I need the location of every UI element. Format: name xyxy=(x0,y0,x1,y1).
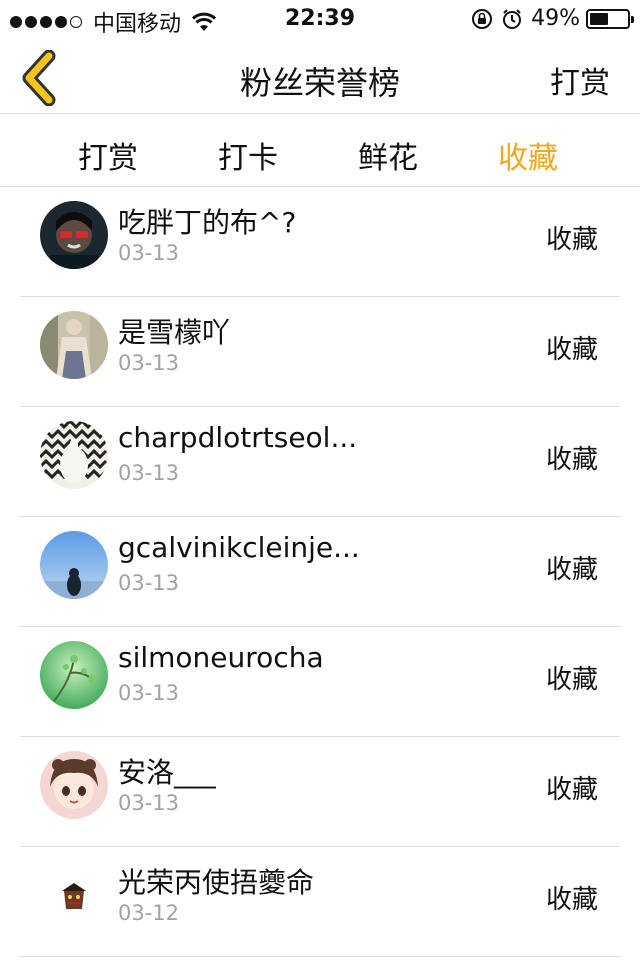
item-date: 03-13 xyxy=(118,461,180,485)
list-item[interactable]: 是雪檬吖 03-13 收藏 xyxy=(0,297,640,407)
item-date: 03-13 xyxy=(118,351,180,375)
battery-level-fill xyxy=(590,12,608,25)
avatar[interactable] xyxy=(40,861,108,929)
reward-button[interactable]: 打赏 xyxy=(550,58,610,102)
user-name: charpdlotrtseol... xyxy=(118,421,358,454)
item-date: 03-13 xyxy=(118,791,180,815)
action-label: 收藏 xyxy=(545,555,598,585)
avatar[interactable] xyxy=(40,641,108,709)
user-name: 安洛___ xyxy=(118,756,217,789)
navigation-bar: 粉丝荣誉榜 打赏 xyxy=(0,40,640,114)
list-item[interactable]: silmoneurocha 03-13 收藏 xyxy=(0,627,640,737)
action-label: 收藏 xyxy=(545,775,598,805)
tab-checkin[interactable]: 打卡 xyxy=(188,133,308,177)
avatar[interactable] xyxy=(40,751,108,819)
avatar[interactable] xyxy=(40,311,108,379)
action-label: 收藏 xyxy=(545,335,598,365)
item-date: 03-13 xyxy=(118,681,180,705)
tab-reward[interactable]: 打赏 xyxy=(48,133,168,177)
tab-bar: 打赏 打卡 鲜花 收藏 xyxy=(0,115,640,187)
action-label: 收藏 xyxy=(545,445,598,475)
user-name: 光荣丙使捂夔命 xyxy=(118,866,315,899)
battery-percent: 49% xyxy=(531,6,580,31)
list-item[interactable]: gcalvinikcleinje... 03-13 收藏 xyxy=(0,517,640,627)
list-item[interactable]: 安洛___ 03-13 收藏 xyxy=(0,737,640,847)
avatar[interactable] xyxy=(40,201,108,269)
action-label: 收藏 xyxy=(545,665,598,695)
alarm-icon xyxy=(503,8,522,29)
list-item[interactable]: 光荣丙使捂夔命 03-12 收藏 xyxy=(0,847,640,957)
item-date: 03-13 xyxy=(118,571,180,595)
tab-favorites[interactable]: 收藏 xyxy=(468,133,588,177)
page-title: 粉丝荣誉榜 xyxy=(239,64,400,102)
item-date: 03-12 xyxy=(118,901,180,925)
avatar[interactable] xyxy=(40,421,108,489)
item-date: 03-13 xyxy=(118,241,180,265)
user-name: silmoneurocha xyxy=(118,641,324,674)
avatar[interactable] xyxy=(40,531,108,599)
user-name: 吃胖丁的布^? xyxy=(118,206,297,239)
user-name: 是雪檬吖 xyxy=(118,316,231,349)
fan-list: 吃胖丁的布^? 03-13 收藏 是雪檬吖 03-13 收藏 charpdlot… xyxy=(0,187,640,957)
action-label: 收藏 xyxy=(545,225,598,255)
battery-icon xyxy=(586,8,634,29)
back-button[interactable] xyxy=(14,50,64,106)
status-bar: 中国移动 22:39 49% xyxy=(0,0,640,40)
list-item[interactable]: 吃胖丁的布^? 03-13 收藏 xyxy=(0,187,640,297)
user-name: gcalvinikcleinje... xyxy=(118,531,360,564)
chevron-left-icon xyxy=(22,50,56,106)
status-right: 49% xyxy=(471,6,634,31)
list-item[interactable]: charpdlotrtseol... 03-13 收藏 xyxy=(0,407,640,517)
tab-flowers[interactable]: 鲜花 xyxy=(328,133,448,177)
action-label: 收藏 xyxy=(545,885,598,915)
orientation-lock-icon xyxy=(472,8,493,29)
